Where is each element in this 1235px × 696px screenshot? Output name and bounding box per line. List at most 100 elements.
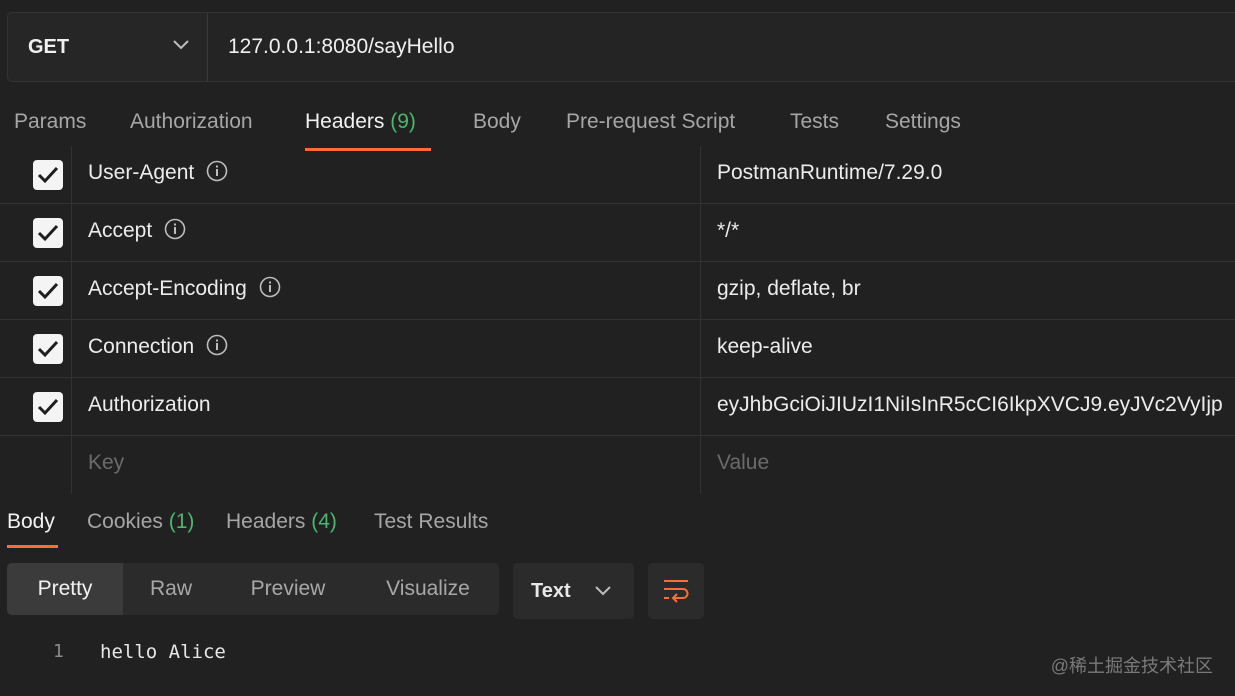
header-value-cell[interactable]: PostmanRuntime/7.29.0: [701, 146, 1235, 203]
tab-response-body[interactable]: Body: [7, 510, 55, 534]
table-row: Authorization eyJhbGciOiJIUzI1NiIsInR5cC…: [0, 378, 1235, 436]
response-tabs: Body Cookies (1) Headers (4) Test Result…: [0, 500, 1235, 550]
tab-label: Cookies: [87, 510, 163, 533]
value-placeholder: Value: [717, 451, 770, 474]
info-icon[interactable]: [164, 218, 186, 240]
new-value-input[interactable]: Value: [701, 436, 1235, 494]
tab-label: Headers: [226, 510, 306, 533]
header-value: */*: [717, 219, 740, 242]
view-visualize-button[interactable]: Visualize: [357, 563, 499, 615]
header-key: Authorization: [88, 393, 211, 416]
header-enabled-checkbox[interactable]: [33, 392, 63, 422]
checkbox-cell: [0, 436, 72, 494]
postman-window: GET 127.0.0.1:8080/sayHello Params Autho…: [0, 0, 1235, 696]
header-key-cell[interactable]: Accept-Encoding: [72, 262, 701, 319]
tab-label: Body: [473, 110, 521, 133]
checkbox-cell: [0, 146, 72, 203]
wrap-lines-button[interactable]: [648, 563, 704, 619]
checkbox-cell: [0, 204, 72, 261]
tab-headers[interactable]: Headers (9): [305, 110, 416, 134]
tab-cookies[interactable]: Cookies (1): [87, 510, 194, 534]
view-raw-button[interactable]: Raw: [123, 563, 219, 615]
view-mode-group: Pretty Raw Preview Visualize: [7, 563, 499, 615]
table-row: User-Agent PostmanRuntime/7.29.0: [0, 146, 1235, 204]
tab-label: Settings: [885, 110, 961, 133]
checkmark-icon: [37, 282, 59, 300]
response-text: hello Alice: [100, 641, 226, 663]
tab-body[interactable]: Body: [473, 110, 521, 134]
button-label: Visualize: [386, 577, 470, 600]
line-number: 1: [53, 641, 64, 662]
info-icon[interactable]: [206, 334, 228, 356]
key-placeholder: Key: [88, 451, 125, 474]
checkbox-cell: [0, 378, 72, 435]
tab-test-results[interactable]: Test Results: [374, 510, 488, 534]
header-value: gzip, deflate, br: [717, 277, 861, 300]
header-value: PostmanRuntime/7.29.0: [717, 161, 943, 184]
tab-tests[interactable]: Tests: [790, 110, 839, 134]
tab-response-headers[interactable]: Headers (4): [226, 510, 337, 534]
checkmark-icon: [37, 166, 59, 184]
header-enabled-checkbox[interactable]: [33, 160, 63, 190]
header-value: eyJhbGciOiJIUzI1NiIsInR5cCI6IkpXVCJ9.eyJ…: [717, 393, 1223, 416]
tab-label: Authorization: [130, 110, 253, 133]
tab-label: Params: [14, 110, 87, 133]
view-pretty-button[interactable]: Pretty: [7, 563, 123, 615]
header-enabled-checkbox[interactable]: [33, 218, 63, 248]
request-tabs: Params Authorization Headers (9) Body Pr…: [0, 100, 1235, 152]
view-preview-button[interactable]: Preview: [219, 563, 357, 615]
chevron-down-icon: [595, 586, 611, 596]
header-key: Accept: [88, 219, 153, 242]
header-key-cell[interactable]: User-Agent: [72, 146, 701, 203]
header-value-cell[interactable]: gzip, deflate, br: [701, 262, 1235, 319]
table-row: Accept */*: [0, 204, 1235, 262]
new-key-input[interactable]: Key: [72, 436, 701, 494]
checkbox-cell: [0, 262, 72, 319]
button-label: Preview: [250, 577, 326, 600]
header-key: User-Agent: [88, 161, 195, 184]
tab-count: (9): [390, 110, 416, 133]
tab-label: Body: [7, 510, 55, 533]
button-label: Raw: [149, 577, 192, 600]
checkmark-icon: [37, 398, 59, 416]
watermark: @稀土掘金技术社区: [1050, 656, 1213, 676]
new-header-row: Key Value: [0, 436, 1235, 494]
header-enabled-checkbox[interactable]: [33, 334, 63, 364]
header-enabled-checkbox[interactable]: [33, 276, 63, 306]
tab-count: (1): [168, 510, 195, 533]
tab-pre-request-script[interactable]: Pre-request Script: [566, 110, 735, 134]
info-icon[interactable]: [206, 160, 228, 182]
table-row: Accept-Encoding gzip, deflate, br: [0, 262, 1235, 320]
method-select[interactable]: GET: [8, 13, 208, 81]
url-input[interactable]: 127.0.0.1:8080/sayHello: [208, 13, 1235, 81]
wrap-lines-icon: [664, 580, 689, 603]
tab-count: (4): [311, 510, 337, 533]
chevron-down-icon: [173, 40, 189, 50]
tab-settings[interactable]: Settings: [885, 110, 961, 134]
format-select[interactable]: Text: [513, 563, 634, 619]
tab-params[interactable]: Params: [14, 110, 86, 134]
header-value: keep-alive: [717, 335, 813, 358]
header-key: Accept-Encoding: [88, 277, 247, 300]
header-key-cell[interactable]: Connection: [72, 320, 701, 377]
tab-label: Pre-request Script: [566, 110, 736, 133]
info-icon[interactable]: [259, 276, 281, 298]
format-label: Text: [531, 580, 571, 602]
header-value-cell[interactable]: */*: [701, 204, 1235, 261]
header-key: Connection: [88, 335, 195, 358]
tab-label: Test Results: [374, 510, 489, 533]
header-key-cell[interactable]: Accept: [72, 204, 701, 261]
header-value-cell[interactable]: eyJhbGciOiJIUzI1NiIsInR5cCI6IkpXVCJ9.eyJ…: [701, 378, 1235, 435]
checkbox-cell: [0, 320, 72, 377]
request-url-bar: GET 127.0.0.1:8080/sayHello: [7, 12, 1235, 82]
button-label: Pretty: [37, 577, 93, 600]
checkmark-icon: [37, 224, 59, 242]
url-text: 127.0.0.1:8080/sayHello: [228, 35, 455, 58]
header-value-cell[interactable]: keep-alive: [701, 320, 1235, 377]
checkmark-icon: [37, 340, 59, 358]
header-key-cell[interactable]: Authorization: [72, 378, 701, 435]
active-tab-indicator: [7, 545, 58, 548]
tab-label: Tests: [790, 110, 840, 133]
tab-authorization[interactable]: Authorization: [130, 110, 253, 134]
method-label: GET: [28, 35, 70, 58]
